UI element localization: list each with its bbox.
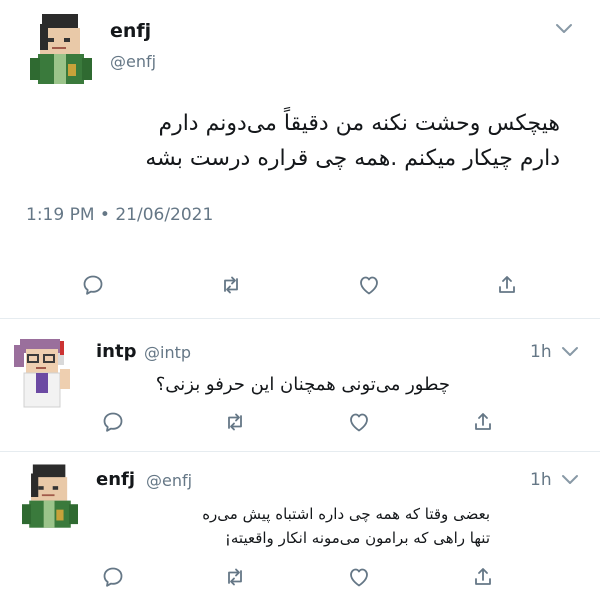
- avatar[interactable]: [22, 464, 78, 530]
- reply-time[interactable]: 1h: [530, 342, 552, 362]
- retweet-icon: [224, 276, 238, 294]
- share-icon: [499, 276, 515, 293]
- reply-text-line-2: تنها راهی که برامون می‌مونه انکار واقعیت…: [224, 529, 490, 547]
- more-options-button[interactable]: [560, 469, 582, 491]
- author-handle[interactable]: @enfj: [110, 52, 156, 71]
- reply-icon: [103, 567, 123, 587]
- reply-text-line-1: بعضی وقتا که همه چی داره اشتباه پیش می‌ر…: [202, 505, 490, 523]
- reply-text: چطور می‌تونی همچنان این حرفو بزنی؟: [100, 371, 450, 399]
- avatar[interactable]: [14, 335, 78, 411]
- like-icon: [350, 568, 368, 587]
- like-icon: [350, 413, 368, 432]
- tweet-text: هیچکس وحشت نکنه من دقیقاً می‌دونم دارم د…: [20, 106, 560, 176]
- share-icon: [475, 568, 491, 585]
- retweet-button[interactable]: [216, 270, 246, 300]
- reply-author-name[interactable]: intp: [96, 341, 136, 362]
- reply-text: بعضی وقتا که همه چی داره اشتباه پیش می‌ر…: [100, 502, 490, 550]
- more-options-button[interactable]: [554, 18, 576, 40]
- reply-button[interactable]: [98, 562, 128, 592]
- reply-author-name[interactable]: enfj: [96, 469, 135, 490]
- chevron-down-icon: [562, 475, 578, 484]
- chevron-down-icon: [556, 24, 572, 33]
- like-button[interactable]: [344, 407, 374, 437]
- retweet-icon: [228, 568, 242, 586]
- main-tweet: enfj @enfj هیچکس وحشت نکنه من دقیقاً می‌…: [0, 0, 600, 318]
- reply-author-handle[interactable]: @intp: [144, 343, 191, 362]
- like-icon: [360, 276, 378, 295]
- reply-time[interactable]: 1h: [530, 470, 552, 490]
- reply-icon: [103, 412, 123, 432]
- retweet-button[interactable]: [220, 562, 250, 592]
- reply-button[interactable]: [78, 270, 108, 300]
- reply-author-handle[interactable]: @enfj: [146, 471, 192, 490]
- reply-tweet: intp @intp 1h چطور می‌تونی همچنان این حر…: [0, 319, 600, 451]
- like-button[interactable]: [354, 270, 384, 300]
- avatar[interactable]: [30, 14, 92, 86]
- author-name[interactable]: enfj: [110, 20, 151, 42]
- like-button[interactable]: [344, 562, 374, 592]
- chevron-down-icon: [562, 347, 578, 356]
- retweet-icon: [228, 413, 242, 431]
- share-button[interactable]: [492, 270, 522, 300]
- share-icon: [475, 413, 491, 430]
- tweet-timestamp[interactable]: 1:19 PM • 21/06/2021: [26, 205, 213, 225]
- share-button[interactable]: [468, 407, 498, 437]
- retweet-button[interactable]: [220, 407, 250, 437]
- tweet-text-line-1: هیچکس وحشت نکنه من دقیقاً می‌دونم دارم: [158, 111, 560, 136]
- reply-tweet: enfj @enfj 1h بعضی وقتا که همه چی داره ا…: [0, 452, 600, 601]
- share-button[interactable]: [468, 562, 498, 592]
- reply-icon: [83, 275, 103, 295]
- more-options-button[interactable]: [560, 341, 582, 363]
- reply-button[interactable]: [98, 407, 128, 437]
- reply-text-line-1: چطور می‌تونی همچنان این حرفو بزنی؟: [155, 374, 450, 395]
- tweet-text-line-2: دارم چیکار میکنم .همه چی قراره درست بشه: [145, 146, 560, 171]
